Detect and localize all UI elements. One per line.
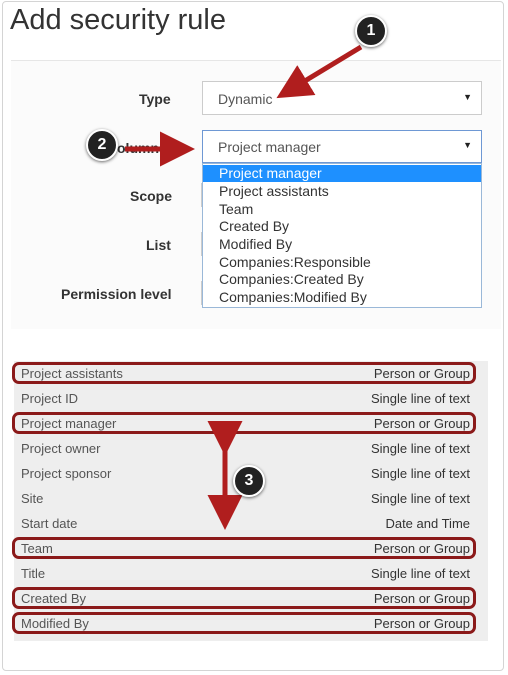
type-select[interactable]: Dynamic ▼	[202, 81, 482, 115]
type-label: Type	[139, 91, 171, 107]
table-row: Title Single line of text	[14, 561, 488, 586]
callout-badge-3: 3	[233, 465, 265, 497]
dropdown-option[interactable]: Created By	[203, 218, 481, 235]
dropdown-option[interactable]: Team	[203, 201, 481, 218]
scope-label: Scope	[130, 188, 173, 204]
highlight-box	[12, 612, 476, 634]
column-name: Site	[21, 491, 44, 506]
dropdown-option[interactable]: Project assistants	[203, 183, 481, 200]
table-row: Project owner Single line of text	[14, 436, 488, 461]
column-type: Single line of text	[370, 466, 470, 481]
callout-badge-2: 2	[86, 129, 118, 161]
dropdown-option[interactable]: Project manager	[203, 165, 481, 182]
table-row: Start date Date and Time	[14, 511, 488, 536]
column-select[interactable]: Project manager ▼	[202, 130, 482, 163]
column-type: Date and Time	[385, 516, 470, 531]
dropdown-option[interactable]: Modified By	[203, 236, 481, 253]
column-name: Project sponsor	[21, 466, 112, 481]
type-select-value: Dynamic	[218, 91, 273, 107]
column-name: Start date	[21, 516, 78, 531]
column-select-value: Project manager	[218, 139, 321, 155]
table-row: Project ID Single line of text	[14, 386, 488, 411]
column-type: Single line of text	[370, 491, 470, 506]
highlight-box	[12, 362, 476, 384]
chevron-down-icon: ▼	[463, 140, 472, 150]
highlight-box	[12, 587, 476, 609]
column-type: Single line of text	[370, 441, 470, 456]
page-title: Add security rule	[10, 4, 226, 36]
list-label: List	[146, 237, 171, 253]
column-dropdown-list: Project manager Project assistants Team …	[202, 163, 482, 308]
permission-level-label: Permission level	[61, 286, 172, 302]
column-type: Single line of text	[370, 566, 470, 581]
dropdown-option[interactable]: Companies:Created By	[203, 271, 481, 288]
callout-badge-1: 1	[355, 15, 387, 47]
column-name: Project ID	[21, 391, 79, 406]
highlight-box	[12, 537, 476, 559]
column-label: olumn	[117, 140, 159, 156]
dropdown-option[interactable]: Companies:Modified By	[203, 289, 481, 306]
dropdown-option[interactable]: Companies:Responsible	[203, 254, 481, 271]
highlight-box	[12, 412, 476, 434]
chevron-down-icon: ▼	[463, 92, 472, 102]
column-name: Project owner	[21, 441, 101, 456]
column-name: Title	[21, 566, 46, 581]
column-type: Single line of text	[370, 391, 470, 406]
